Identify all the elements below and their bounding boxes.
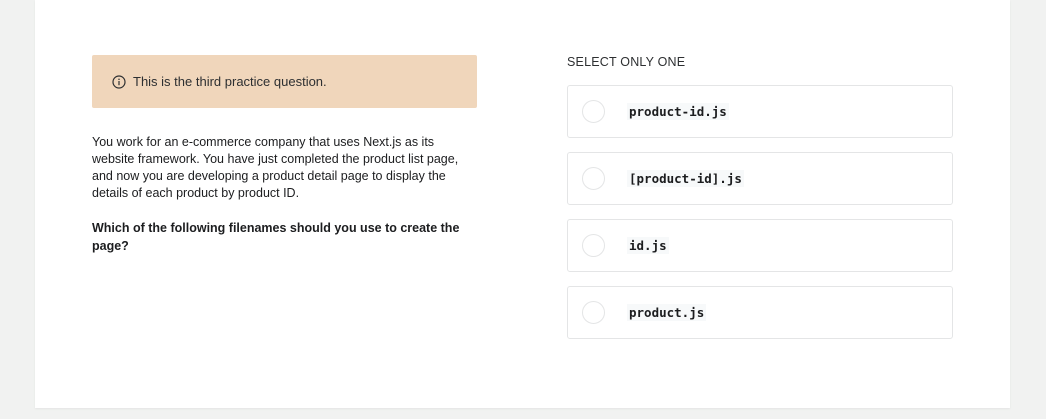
select-instruction: SELECT ONLY ONE: [567, 55, 686, 69]
info-icon: [112, 75, 126, 89]
answer-option[interactable]: id.js: [567, 219, 953, 272]
radio-button[interactable]: [582, 167, 605, 190]
answer-options: product-id.js [product-id].js id.js prod…: [567, 85, 953, 339]
answer-option-label: [product-id].js: [627, 170, 744, 187]
radio-button[interactable]: [582, 234, 605, 257]
practice-info-banner: This is the third practice question.: [92, 55, 477, 108]
answer-option[interactable]: [product-id].js: [567, 152, 953, 205]
answer-option-label: product.js: [627, 304, 707, 321]
answer-option-label: id.js: [627, 237, 669, 254]
radio-button[interactable]: [582, 301, 605, 324]
question-card: This is the third practice question. You…: [35, 0, 1010, 408]
question-panel: This is the third practice question. You…: [92, 55, 477, 255]
answer-option[interactable]: product-id.js: [567, 85, 953, 138]
question-prompt: Which of the following filenames should …: [92, 221, 460, 253]
answer-panel: SELECT ONLY ONE product-id.js [product-i…: [567, 55, 953, 353]
answer-option[interactable]: product.js: [567, 286, 953, 339]
answer-option-label: product-id.js: [627, 103, 729, 120]
question-text: You work for an e-commerce company that …: [92, 135, 459, 200]
banner-text: This is the third practice question.: [133, 74, 327, 89]
radio-button[interactable]: [582, 100, 605, 123]
